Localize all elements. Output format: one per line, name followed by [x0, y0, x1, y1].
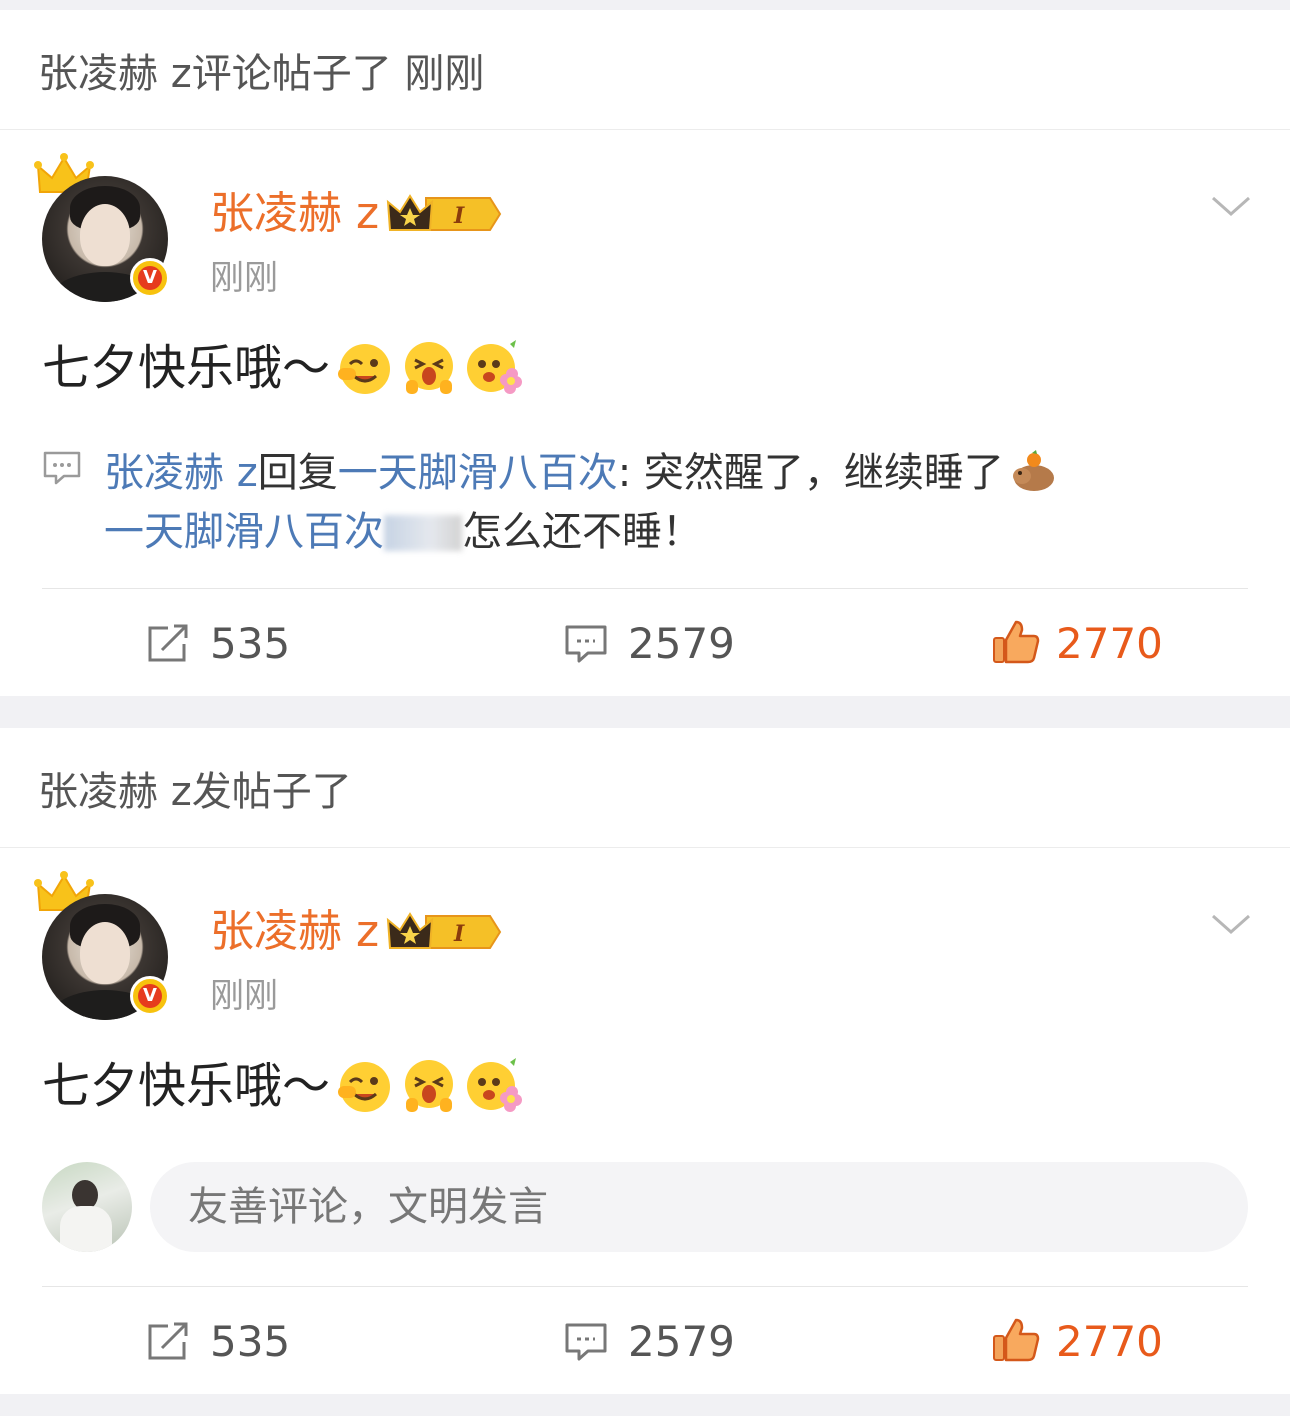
comment-icon — [565, 1323, 607, 1361]
comment-text-2: 怎么还不睡！ — [462, 509, 702, 555]
comment-text: : 突然醒了，继续睡了 — [617, 450, 1004, 496]
feed-card: 张凌赫 z评论帖子了 刚刚 V 张凌赫 z I 刚刚 七夕快乐哦～ 张凌赫 z回… — [0, 10, 1290, 696]
wink-emoji-icon — [338, 344, 391, 394]
verified-badge-letter: V — [138, 984, 162, 1008]
author-name[interactable]: 张凌赫 z — [210, 188, 379, 240]
chevron-down-icon[interactable] — [1210, 194, 1252, 218]
repost-count: 535 — [210, 1317, 291, 1366]
activity-header-text: 张凌赫 z评论帖子了 刚刚 — [38, 51, 485, 97]
vip-crown-badge[interactable]: I — [386, 910, 504, 954]
vip-level-text: I — [453, 921, 465, 947]
flower-emoji-icon — [467, 340, 523, 394]
comment-count: 2579 — [628, 619, 735, 668]
reply-target-link[interactable]: 一天脚滑八百次 — [338, 450, 618, 496]
thumbs-up-icon — [993, 1318, 1040, 1362]
feed-card: 张凌赫 z发帖子了 V 张凌赫 z I 刚刚 七夕快乐哦～ 友善评论，文明发言 — [0, 728, 1290, 1394]
repost-icon — [148, 624, 188, 662]
repost-count: 535 — [210, 619, 291, 668]
my-avatar[interactable] — [42, 1162, 132, 1252]
post-text-content: 七夕快乐哦～ — [42, 1058, 331, 1114]
comment-preview[interactable]: 张凌赫 z回复一天脚滑八百次: 突然醒了，继续睡了 一天脚滑八百次 怎么还不睡！ — [42, 438, 1252, 558]
divider — [42, 588, 1248, 589]
comment-bubble-icon — [43, 451, 81, 485]
comment-author-link[interactable]: 张凌赫 z — [104, 450, 258, 496]
peace-emoji-icon — [405, 1060, 454, 1112]
comment-input[interactable]: 友善评论，文明发言 — [150, 1162, 1248, 1252]
repost-button[interactable]: 535 — [146, 614, 346, 674]
author-avatar-wrap[interactable]: V — [34, 870, 184, 1030]
comment-button[interactable]: 2579 — [564, 1312, 784, 1372]
comment-line-2: 一天脚滑八百次 怎么还不睡！ — [104, 508, 702, 556]
repost-icon — [148, 1322, 188, 1360]
post-text: 七夕快乐哦～ — [42, 338, 523, 396]
vip-level-text: I — [453, 203, 465, 229]
peace-emoji-icon — [405, 342, 454, 394]
divider — [42, 1286, 1248, 1287]
blurred-region — [384, 515, 462, 551]
comment-icon — [565, 625, 607, 663]
activity-header: 张凌赫 z评论帖子了 刚刚 — [0, 10, 1290, 130]
vip-crown-badge[interactable]: I — [386, 192, 504, 236]
like-button[interactable]: 2770 — [992, 1312, 1192, 1372]
verified-badge-letter: V — [138, 266, 162, 290]
post-text: 七夕快乐哦～ — [42, 1056, 523, 1114]
reply-label: 回复 — [257, 450, 338, 496]
capybara-icon — [1012, 450, 1054, 491]
like-count: 2770 — [1056, 619, 1163, 668]
wink-emoji-icon — [338, 1062, 391, 1112]
verified-badge: V — [130, 258, 170, 298]
thumbs-up-icon — [993, 620, 1040, 664]
comment-line-1: 张凌赫 z回复一天脚滑八百次: 突然醒了，继续睡了 — [104, 448, 1056, 497]
verified-badge: V — [130, 976, 170, 1016]
comment-button[interactable]: 2579 — [564, 614, 784, 674]
like-count: 2770 — [1056, 1317, 1163, 1366]
activity-header: 张凌赫 z发帖子了 — [0, 728, 1290, 848]
like-button[interactable]: 2770 — [992, 614, 1192, 674]
flower-emoji-icon — [467, 1058, 523, 1112]
repost-button[interactable]: 535 — [146, 1312, 346, 1372]
post-text-content: 七夕快乐哦～ — [42, 340, 331, 396]
activity-header-text: 张凌赫 z发帖子了 — [38, 769, 352, 815]
comment-author-link-2[interactable]: 一天脚滑八百次 — [104, 509, 384, 555]
author-name[interactable]: 张凌赫 z — [210, 906, 379, 958]
post-time: 刚刚 — [210, 976, 278, 1016]
author-avatar-wrap[interactable]: V — [34, 152, 184, 312]
chevron-down-icon[interactable] — [1210, 912, 1252, 936]
comment-count: 2579 — [628, 1317, 735, 1366]
post-time: 刚刚 — [210, 258, 278, 298]
